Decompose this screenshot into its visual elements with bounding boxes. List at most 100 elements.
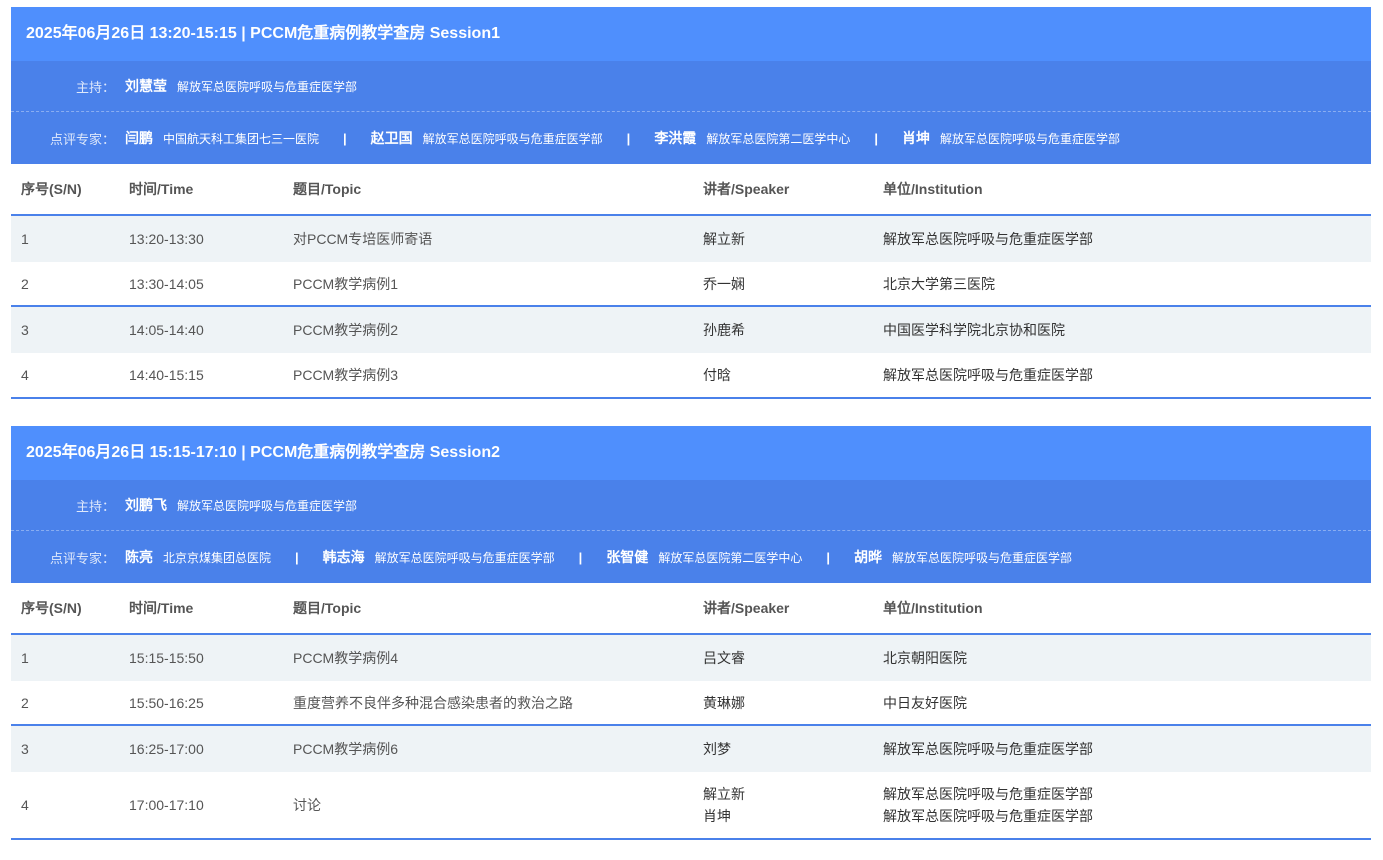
session-block: 2025年06月26日 15:15-17:10 | PCCM危重病例教学查房 S…	[11, 426, 1371, 840]
session-title: 2025年06月26日 13:20-15:15 | PCCM危重病例教学查房 S…	[11, 7, 1371, 61]
table-row: 3 14:05-14:40 PCCM教学病例2 孙鹿希 中国医学科学院北京协和医…	[11, 307, 1371, 353]
reviewer-name: 胡晔	[853, 549, 882, 565]
column-header-speaker: 讲者/Speaker	[703, 181, 790, 197]
cell-topic: 重度营养不良伴多种混合感染患者的救治之路	[293, 694, 573, 711]
reviewer-name: 张智健	[606, 549, 649, 565]
separator: |	[295, 549, 299, 565]
cell-speaker: 刘梦	[703, 741, 731, 757]
institution-name: 解放军总医院呼吸与危重症医学部	[883, 808, 1093, 824]
column-header-sn: 序号(S/N)	[21, 181, 82, 197]
reviewer-name: 赵卫国	[370, 130, 413, 146]
cell-topic: PCCM教学病例1	[293, 275, 399, 292]
table-row: 4 14:40-15:15 PCCM教学病例3 付晗 解放军总医院呼吸与危重症医…	[11, 353, 1371, 399]
table-row: 4 17:00-17:10 讨论 解立新 肖坤 解放军总医院呼吸与危重症医学部 …	[11, 772, 1371, 840]
reviewer: 陈亮 北京京煤集团总医院	[125, 547, 271, 567]
cell-speaker: 吕文睿	[703, 650, 745, 666]
table-header: 序号(S/N) 时间/Time 题目/Topic 讲者/Speaker 单位/I…	[11, 583, 1371, 635]
cell-sn: 2	[21, 275, 29, 292]
cell-institution: 解放军总医院呼吸与危重症医学部	[883, 741, 1093, 757]
reviewer: 张智健 解放军总医院第二医学中心	[606, 547, 802, 567]
cell-sn: 4	[21, 367, 29, 383]
cell-time: 16:25-17:00	[129, 741, 204, 757]
cell-topic: PCCM教学病例4	[293, 650, 399, 666]
cell-speaker: 黄琳娜	[703, 694, 745, 711]
reviewer-name: 闫鹏	[125, 130, 153, 146]
cell-sn: 2	[21, 694, 29, 711]
host-name: 刘慧莹	[125, 78, 167, 94]
column-header-sn: 序号(S/N)	[21, 600, 82, 616]
cell-institution: 解放军总医院呼吸与危重症医学部 解放军总医院呼吸与危重症医学部	[873, 783, 1371, 827]
column-header-topic: 题目/Topic	[293, 600, 362, 616]
cell-topic: PCCM教学病例2	[293, 322, 399, 338]
cell-topic: 对PCCM专培医师寄语	[293, 231, 433, 247]
cell-institution: 解放军总医院呼吸与危重症医学部	[883, 231, 1093, 247]
reviewer-name: 李洪霞	[654, 130, 697, 146]
speaker-name: 解立新	[703, 786, 745, 802]
cell-sn: 3	[21, 322, 29, 338]
separator: |	[826, 549, 830, 565]
reviewer: 肖坤 解放军总医院呼吸与危重症医学部	[902, 128, 1120, 148]
cell-sn: 4	[21, 797, 29, 813]
cell-speaker: 孙鹿希	[703, 322, 745, 338]
cell-time: 14:05-14:40	[129, 322, 204, 338]
cell-sn: 1	[21, 231, 29, 247]
table-row: 2 13:30-14:05 PCCM教学病例1 乔一娴 北京大学第三医院	[11, 262, 1371, 307]
reviewer-institution: 解放军总医院呼吸与危重症医学部	[422, 131, 603, 146]
host-row: 主持： 刘慧莹 解放军总医院呼吸与危重症医学部	[11, 61, 1371, 112]
reviewer-institution: 解放军总医院呼吸与危重症医学部	[939, 131, 1120, 146]
host-label: 主持：	[75, 79, 115, 95]
reviewers-label: 点评专家：	[49, 550, 115, 566]
table-header: 序号(S/N) 时间/Time 题目/Topic 讲者/Speaker 单位/I…	[11, 164, 1371, 216]
separator: |	[343, 130, 347, 146]
table-row: 2 15:50-16:25 重度营养不良伴多种混合感染患者的救治之路 黄琳娜 中…	[11, 681, 1371, 726]
cell-institution: 北京大学第三医院	[883, 275, 995, 292]
column-header-institution: 单位/Institution	[883, 600, 983, 616]
speaker-name: 肖坤	[703, 808, 731, 824]
host-institution: 解放军总医院呼吸与危重症医学部	[177, 79, 358, 94]
session-block: 2025年06月26日 13:20-15:15 | PCCM危重病例教学查房 S…	[11, 7, 1371, 399]
column-header-speaker: 讲者/Speaker	[703, 600, 790, 616]
cell-speaker: 解立新 肖坤	[693, 783, 873, 827]
reviewer-institution: 解放军总医院呼吸与危重症医学部	[374, 550, 555, 565]
reviewer: 李洪霞 解放军总医院第二医学中心	[654, 128, 850, 148]
cell-sn: 1	[21, 650, 29, 666]
cell-time: 13:30-14:05	[129, 275, 204, 292]
cell-speaker: 解立新	[703, 231, 745, 247]
column-header-time: 时间/Time	[129, 181, 194, 197]
cell-time: 15:15-15:50	[129, 650, 204, 666]
separator: |	[874, 130, 878, 146]
reviewer-institution: 解放军总医院呼吸与危重症医学部	[891, 550, 1072, 565]
column-header-time: 时间/Time	[129, 600, 194, 616]
host-row: 主持： 刘鹏飞 解放军总医院呼吸与危重症医学部	[11, 480, 1371, 531]
column-header-topic: 题目/Topic	[293, 181, 362, 197]
host-label: 主持：	[75, 498, 115, 514]
reviewer-institution: 北京京煤集团总医院	[163, 550, 272, 565]
cell-institution: 解放军总医院呼吸与危重症医学部	[883, 367, 1093, 383]
reviewer: 胡晔 解放军总医院呼吸与危重症医学部	[854, 547, 1072, 567]
column-header-institution: 单位/Institution	[883, 181, 983, 197]
reviewer: 闫鹏 中国航天科工集团七三一医院	[125, 128, 319, 148]
cell-speaker: 付晗	[703, 367, 731, 383]
cell-topic: 讨论	[293, 797, 321, 813]
host-name: 刘鹏飞	[125, 497, 167, 513]
reviewer-name: 韩志海	[322, 549, 365, 565]
host: 刘鹏飞 解放军总医院呼吸与危重症医学部	[125, 495, 357, 515]
cell-institution: 北京朝阳医院	[883, 650, 967, 666]
reviewer: 赵卫国 解放军总医院呼吸与危重症医学部	[371, 128, 603, 148]
reviewer-institution: 中国航天科工集团七三一医院	[163, 131, 320, 146]
cell-institution: 中日友好医院	[883, 694, 967, 711]
reviewer-name: 肖坤	[901, 130, 930, 146]
cell-institution: 中国医学科学院北京协和医院	[883, 322, 1065, 338]
table-row: 1 15:15-15:50 PCCM教学病例4 吕文睿 北京朝阳医院	[11, 635, 1371, 681]
cell-time: 15:50-16:25	[129, 694, 204, 711]
cell-topic: PCCM教学病例3	[293, 367, 399, 383]
host: 刘慧莹 解放军总医院呼吸与危重症医学部	[125, 76, 357, 96]
reviewers-row: 点评专家： 闫鹏 中国航天科工集团七三一医院 | 赵卫国 解放军总医院呼吸与危重…	[11, 112, 1371, 164]
table-row: 3 16:25-17:00 PCCM教学病例6 刘梦 解放军总医院呼吸与危重症医…	[11, 726, 1371, 772]
session-title: 2025年06月26日 15:15-17:10 | PCCM危重病例教学查房 S…	[11, 426, 1371, 480]
reviewers-row: 点评专家： 陈亮 北京京煤集团总医院 | 韩志海 解放军总医院呼吸与危重症医学部…	[11, 531, 1371, 583]
host-institution: 解放军总医院呼吸与危重症医学部	[177, 498, 358, 513]
table-row: 1 13:20-13:30 对PCCM专培医师寄语 解立新 解放军总医院呼吸与危…	[11, 216, 1371, 262]
reviewer-name: 陈亮	[125, 549, 153, 565]
reviewer-institution: 解放军总医院第二医学中心	[658, 550, 803, 565]
